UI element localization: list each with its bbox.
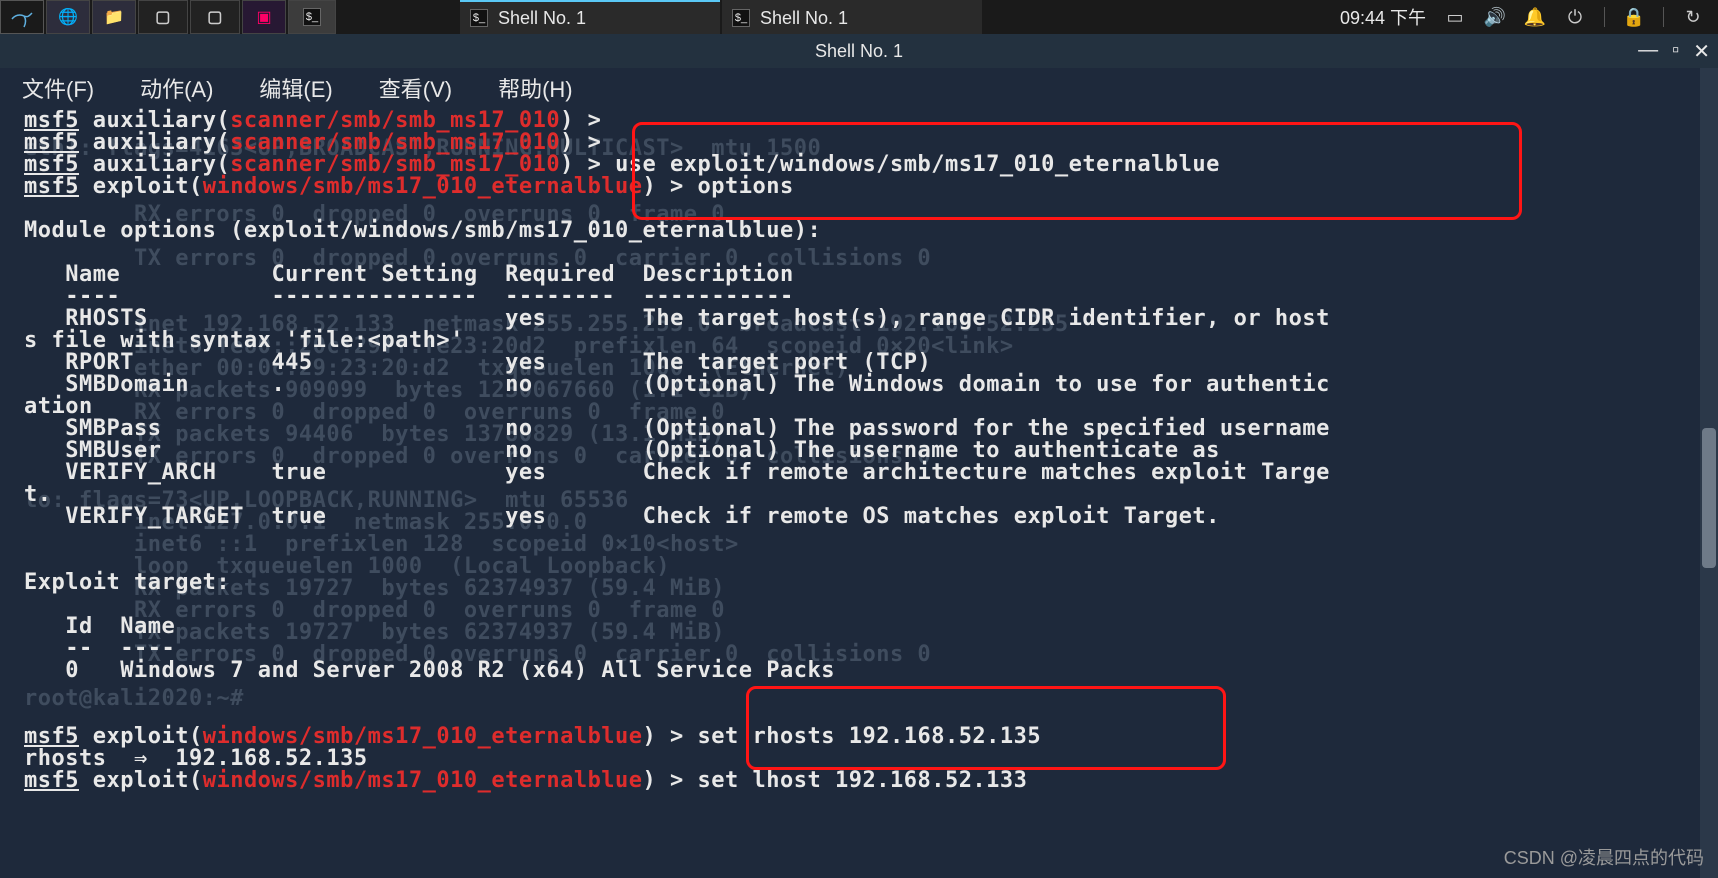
option-row: VERIFY_ARCH true yes Check if remote arc… <box>24 462 1694 484</box>
launcher-terminal[interactable]: ▢ <box>138 0 188 34</box>
task-shell-1[interactable]: $_ Shell No. 1 <box>460 0 720 34</box>
exploit-target-header: Exploit target: <box>24 572 1694 594</box>
separator <box>1604 7 1605 27</box>
option-row-cont: ation <box>24 396 1694 418</box>
task-shell-2[interactable]: $_ Shell No. 1 <box>722 0 982 34</box>
option-row: SMBDomain . no (Optional) The Windows do… <box>24 374 1694 396</box>
menu-view[interactable]: 查看(V) <box>379 72 452 104</box>
options-header-row: Name Current Setting Required Descriptio… <box>24 264 1694 286</box>
terminal-viewport[interactable]: RX errors 0 dropped 0 overruns 0 frame 0… <box>0 108 1718 792</box>
module-options-header: Module options (exploit/windows/smb/ms17… <box>24 220 1694 242</box>
task-current-terminal[interactable]: $_ <box>288 0 336 34</box>
power-icon[interactable]: ⏻ <box>1564 6 1586 28</box>
system-panel: 🌐 📁 ▢ ▢ ▣ $_ $_ Shell No. 1 $_ Shell No.… <box>0 0 1718 34</box>
launcher-files[interactable]: 📁 <box>92 0 136 34</box>
option-row-cont: s file with syntax 'file:<path>' <box>24 330 1694 352</box>
kali-menu-button[interactable] <box>0 0 44 34</box>
launcher-browser[interactable]: 🌐 <box>46 0 90 34</box>
option-row: SMBPass no (Optional) The password for t… <box>24 418 1694 440</box>
window-title-bar[interactable]: Shell No. 1 — ▫ ✕ <box>0 34 1718 68</box>
terminal-icon: $_ <box>303 8 321 26</box>
terminal-icon: $_ <box>732 9 750 27</box>
prompt-line: msf5 exploit(windows/smb/ms17_010_eterna… <box>24 770 1694 792</box>
close-button[interactable]: ✕ <box>1693 39 1710 64</box>
menu-file[interactable]: 文件(F) <box>22 72 94 104</box>
option-row: VERIFY_TARGET true yes Check if remote O… <box>24 506 1694 528</box>
option-row-cont: t. <box>24 484 1694 506</box>
target-row: 0 Windows 7 and Server 2008 R2 (x64) All… <box>24 660 1694 682</box>
window-title: Shell No. 1 <box>815 41 903 62</box>
target-header-row: Id Name <box>24 616 1694 638</box>
option-row: RHOSTS yes The target host(s), range CID… <box>24 308 1694 330</box>
option-row: SMBUser no (Optional) The username to au… <box>24 440 1694 462</box>
terminal-icon: $_ <box>470 9 488 27</box>
scrollbar-vertical[interactable] <box>1700 68 1718 878</box>
launcher-show-desktop[interactable]: ▣ <box>242 0 286 34</box>
menu-help[interactable]: 帮助(H) <box>498 72 573 104</box>
menu-action[interactable]: 动作(A) <box>140 72 213 104</box>
minimize-button[interactable]: — <box>1638 39 1658 64</box>
maximize-button[interactable]: ▫ <box>1672 39 1679 64</box>
menu-bar: 文件(F) 动作(A) 编辑(E) 查看(V) 帮助(H) <box>0 68 1718 108</box>
annotation-box-1 <box>632 122 1522 220</box>
volume-icon[interactable]: 🔊 <box>1484 6 1506 28</box>
option-row: RPORT 445 yes The target port (TCP) <box>24 352 1694 374</box>
separator <box>1663 7 1664 27</box>
task-label: Shell No. 1 <box>760 8 848 29</box>
display-icon[interactable]: ▭ <box>1444 6 1466 28</box>
notifications-icon[interactable]: 🔔 <box>1524 6 1546 28</box>
annotation-box-2 <box>746 686 1226 770</box>
lock-icon[interactable]: 🔒 <box>1623 6 1645 28</box>
scrollbar-thumb[interactable] <box>1702 428 1716 568</box>
watermark: CSDN @凌晨四点的代码 <box>1504 844 1704 870</box>
clock: 09:44 下午 <box>1340 4 1426 30</box>
launcher-terminal-2[interactable]: ▢ <box>190 0 240 34</box>
options-dash-row: ---- --------------- -------- ----------… <box>24 286 1694 308</box>
task-label: Shell No. 1 <box>498 8 586 29</box>
logout-icon[interactable]: ↻ <box>1682 6 1704 28</box>
menu-edit[interactable]: 编辑(E) <box>259 72 332 104</box>
target-dash-row: -- ---- <box>24 638 1694 660</box>
